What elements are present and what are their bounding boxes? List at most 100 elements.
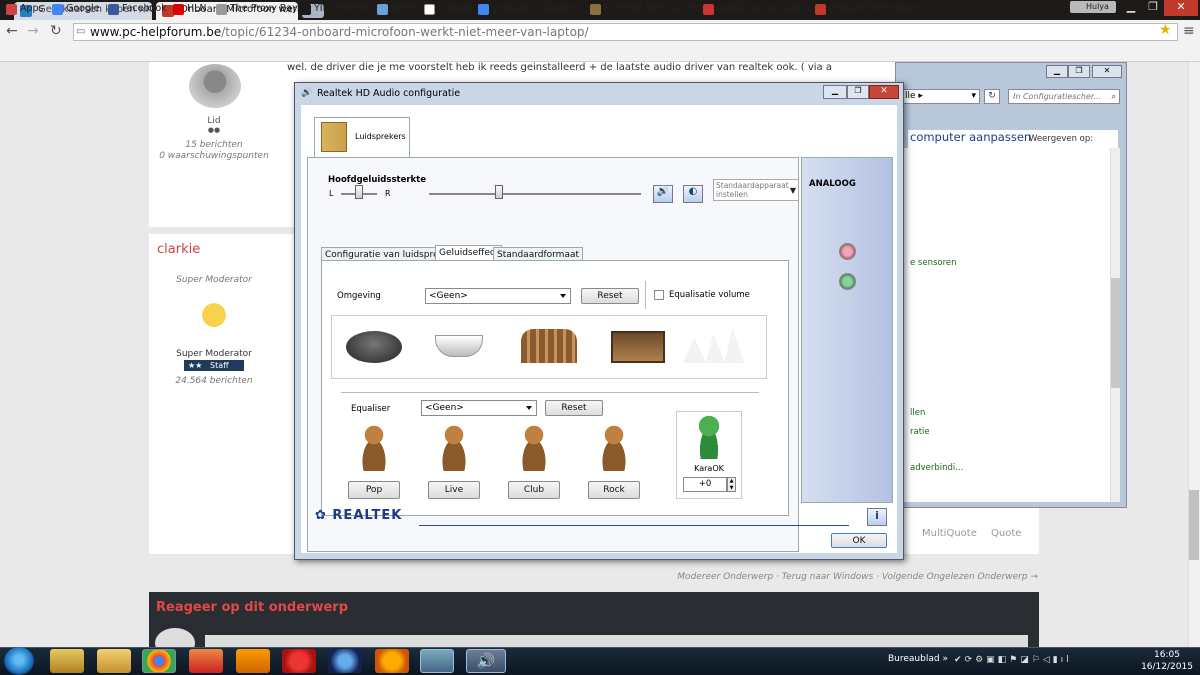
bookmark-eztv[interactable]: EZTV [377, 3, 416, 15]
bookmark-hln[interactable]: HLN [173, 3, 207, 15]
preset-rock-button[interactable]: Rock [588, 481, 640, 499]
control-panel-icon[interactable] [420, 649, 454, 673]
preset-pop-button[interactable]: Pop [348, 481, 400, 499]
user-role: Lid [207, 116, 221, 126]
divider [645, 281, 646, 309]
app-icon[interactable] [282, 649, 316, 673]
pianist-icon [514, 423, 554, 471]
page-icon: ▭ [76, 26, 86, 37]
control-panel-link[interactable]: e sensoren [910, 258, 957, 268]
bookmark-proxy-bay[interactable]: The Proxy Bay [216, 3, 298, 15]
post-author[interactable]: clarkie [157, 242, 200, 257]
clock-date[interactable]: 16/12/2015 [1138, 662, 1196, 672]
multiquote-button[interactable]: MultiQuote [922, 528, 977, 539]
bookmark-mikado[interactable]: mikado [424, 3, 473, 15]
equalizer-dropdown[interactable]: <Geen> [421, 400, 537, 416]
bookmark-youtube-google[interactable]: youtube - Google z... [478, 3, 591, 15]
tab-luidsprekers[interactable]: Luidsprekers [314, 117, 410, 157]
bookmark-google[interactable]: Google [52, 3, 100, 15]
environment-dropdown[interactable]: <Geen> [425, 288, 571, 304]
settings-icon[interactable]: ◐ [683, 185, 703, 203]
control-panel-link[interactable]: llen [910, 408, 925, 418]
app-icon[interactable] [375, 649, 409, 673]
reply-editor[interactable] [205, 635, 1028, 647]
preset-club-button[interactable]: Club [508, 481, 560, 499]
realtek-dialog: 🔊 Realtek HD Audio configuratie ▁ ❐ ✕ Lu… [294, 82, 904, 560]
google-icon [478, 4, 489, 15]
post-count: 24.564 berichten [175, 376, 253, 386]
equalize-volume-checkbox[interactable] [654, 290, 664, 300]
balance-slider-thumb[interactable] [355, 185, 363, 199]
pink-jack-icon[interactable] [839, 243, 856, 260]
menu-icon[interactable]: ≡ [1183, 23, 1195, 39]
karaoke-stepper[interactable]: ▲ ▼ [727, 477, 736, 492]
bookmark-onboard-microfoon[interactable]: Onboard Microfoon... [815, 3, 929, 15]
equalizer-reset-button[interactable]: Reset [545, 400, 603, 416]
realtek-taskbar-icon[interactable]: 🔊 [466, 649, 506, 673]
search-input[interactable]: In Configuratiescher... ⌕ [1008, 89, 1120, 104]
mute-speaker-icon[interactable]: 🔊 [653, 185, 673, 203]
bookmarks-bar [0, 43, 1200, 62]
close-window-icon[interactable]: ✕ [869, 85, 899, 99]
bookmark-star-icon[interactable]: ★ [1159, 22, 1172, 38]
room-icon[interactable] [611, 331, 665, 363]
info-icon[interactable]: i [867, 508, 887, 526]
back-arrow-icon[interactable]: ← [6, 23, 18, 39]
bookmark-facebook[interactable]: Facebook [108, 3, 167, 15]
google-earth-icon[interactable] [328, 649, 362, 673]
ok-button[interactable]: OK [831, 533, 887, 548]
minimize-icon[interactable]: ▁ [1046, 65, 1068, 78]
default-device-dropdown[interactable]: Standaardapparaat instellen ▼ [713, 179, 799, 201]
crab-icon: ✿ [315, 508, 333, 523]
bookmark-apps[interactable]: Apps [6, 3, 44, 15]
desktop-toolbar[interactable]: Bureaublad » [888, 654, 948, 664]
vlc-icon[interactable] [236, 649, 270, 673]
chevron-down-icon: ▾ [971, 91, 976, 101]
profile-badge[interactable]: Hulya [1070, 1, 1116, 13]
scrollbar[interactable] [1110, 148, 1120, 502]
maximize-icon[interactable]: ❐ [1068, 65, 1090, 78]
maximize-icon[interactable]: ❐ [847, 85, 869, 99]
quote-button[interactable]: Quote [991, 528, 1021, 539]
close-window-icon[interactable]: ✕ [1164, 0, 1198, 16]
volume-slider-thumb[interactable] [494, 185, 503, 199]
bookmark-yify[interactable]: YIFY Torrents [300, 3, 375, 15]
clock-time[interactable]: 16:05 [1138, 650, 1196, 660]
minimize-icon[interactable]: ▁ [823, 85, 847, 99]
user-role: Super Moderator [176, 349, 252, 359]
close-window-icon[interactable]: ✕ [1092, 65, 1122, 78]
staff-badge: ★★ Staff [184, 360, 244, 371]
karaoke-label: KaraOK [694, 464, 724, 473]
environment-reset-button[interactable]: Reset [581, 288, 639, 304]
outlook-icon[interactable] [97, 649, 131, 673]
volume-label: Hoofdgeluidssterkte [328, 175, 427, 185]
forward-arrow-icon[interactable]: → [27, 23, 39, 39]
bookmark-eventail[interactable]: Eventail Bien Sur 5d... [590, 3, 710, 15]
scrollbar-thumb[interactable] [1189, 490, 1199, 560]
chrome-icon[interactable] [142, 649, 176, 673]
control-panel-link[interactable]: ratie [910, 427, 930, 437]
realtek-logo: ✿ REALTEK [315, 508, 403, 523]
youtube-downloader-icon[interactable] [189, 649, 223, 673]
panel-heading: computer aanpassen [910, 130, 1032, 144]
topic-footer-nav[interactable]: Modereer Onderwerp · Terug naar Windows … [560, 572, 1038, 582]
start-button[interactable] [4, 647, 34, 675]
explorer-icon[interactable] [50, 649, 84, 673]
breadcrumb[interactable]: lle ▸ ▾ [902, 89, 980, 104]
maximize-icon[interactable]: ❐ [1140, 0, 1166, 16]
address-bar[interactable]: www.pc-helpforum.be/topic/61234-onboard-… [73, 23, 1178, 41]
volume-track[interactable] [429, 193, 641, 195]
facebook-icon [108, 4, 119, 15]
green-jack-icon[interactable] [839, 273, 856, 290]
reload-icon[interactable]: ↻ [50, 23, 62, 39]
preset-live-button[interactable]: Live [428, 481, 480, 499]
bookmark-outlook-course[interactable]: gratis cursus Outloo... [703, 3, 822, 15]
stone-room-icon[interactable] [346, 331, 402, 363]
karaoke-value[interactable]: +0 [683, 477, 727, 492]
reply-header: Reageer op dit onderwerp [156, 600, 349, 615]
warning-points: 0 waarschuwingspunten [159, 151, 269, 161]
tray-icons[interactable]: ✔⟳⚙▣◧⚑◪⚐◁▮ıl [954, 655, 1132, 667]
control-panel-link[interactable]: adverbindi... [910, 463, 963, 473]
refresh-icon[interactable]: ↻ [984, 89, 1000, 104]
colosseum-icon[interactable] [521, 329, 577, 363]
